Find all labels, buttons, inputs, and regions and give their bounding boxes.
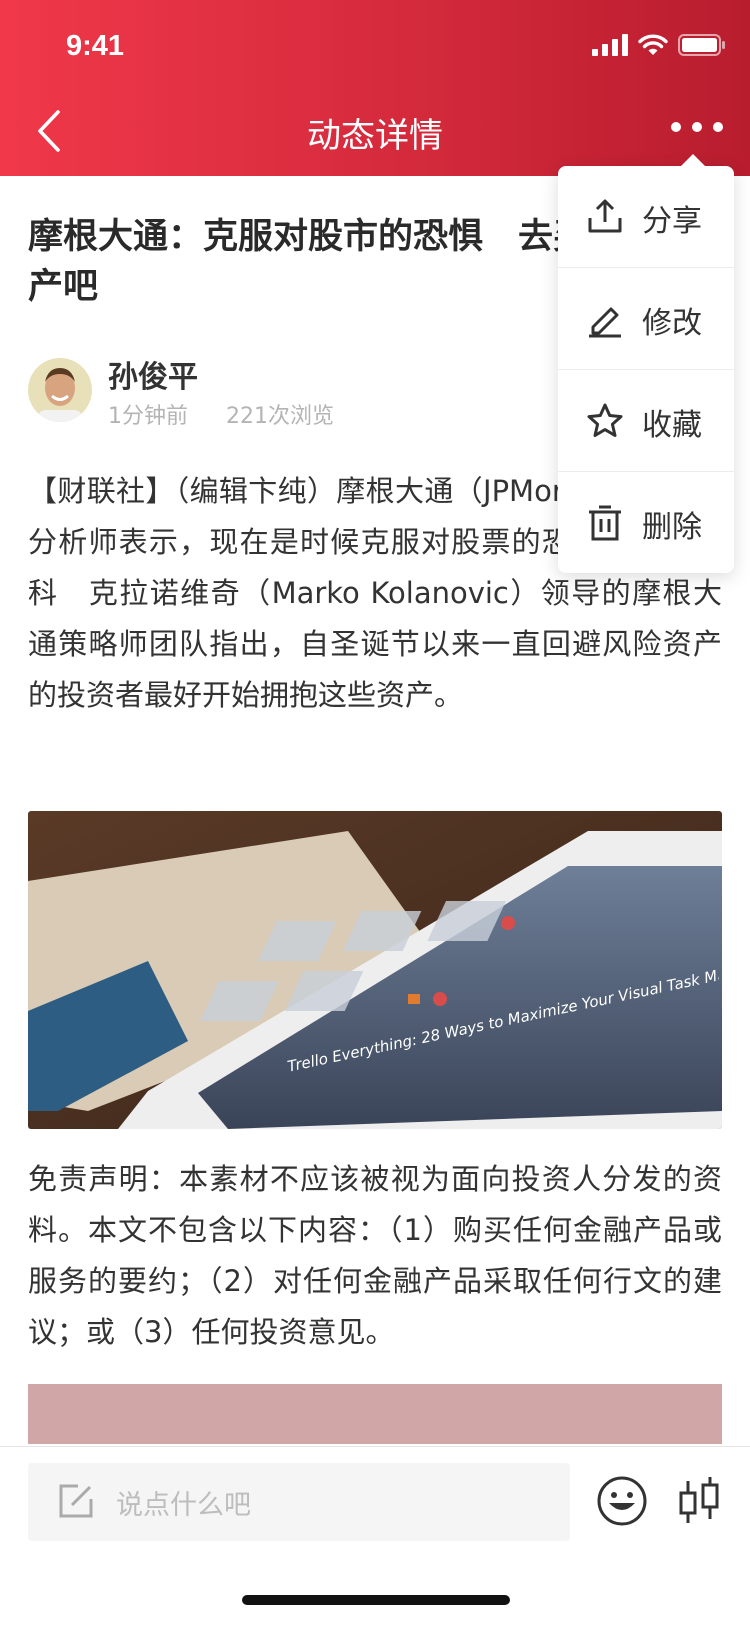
menu-item-delete[interactable]: 删除 [558, 472, 734, 573]
emoji-icon[interactable] [596, 1475, 648, 1527]
comment-placeholder: 说点什么吧 [116, 1490, 251, 1521]
article-image-2[interactable] [28, 1384, 722, 1444]
more-menu: 分享 修改 收藏 删除 [558, 154, 734, 573]
page-title: 动态详情 [307, 116, 443, 156]
menu-item-edit[interactable]: 修改 [558, 268, 734, 370]
status-time: 9:41 [66, 30, 125, 62]
menu-label: 分享 [642, 204, 702, 239]
article-meta: 1分钟前 221次浏览 [108, 398, 334, 430]
menu-item-share[interactable]: 分享 [558, 166, 734, 268]
star-icon [587, 403, 623, 437]
share-icon [588, 199, 622, 233]
battery-icon [678, 34, 725, 56]
trash-icon [589, 505, 621, 541]
status-icons [592, 34, 726, 56]
edit-icon [589, 307, 621, 338]
candlestick-icon[interactable] [676, 1473, 722, 1529]
disclaimer: 免责声明：本素材不应该被视为面向投资人分发的资料。本文不包含以下内容：（1）购买… [28, 1162, 722, 1349]
article-image[interactable]: Trello Everything: 28 Ways to Maximize Y… [28, 811, 722, 1129]
menu-label: 收藏 [642, 408, 702, 443]
menu-label: 修改 [642, 306, 702, 341]
more-icon[interactable] [668, 112, 726, 142]
wifi-icon [638, 34, 668, 55]
signal-icon [592, 34, 628, 56]
comment-input[interactable]: 说点什么吧 [28, 1463, 570, 1541]
view-count: 221次浏览 [226, 404, 334, 429]
header-bar: 9:41 动态详情 [0, 0, 750, 176]
compose-icon [59, 1484, 93, 1518]
time-ago: 1分钟前 [108, 404, 188, 429]
home-indicator[interactable] [242, 1595, 510, 1605]
menu-item-favorite[interactable]: 收藏 [558, 370, 734, 472]
avatar[interactable] [28, 358, 92, 422]
author-name[interactable]: 孙俊平 [108, 352, 198, 396]
menu-label: 删除 [642, 510, 702, 545]
